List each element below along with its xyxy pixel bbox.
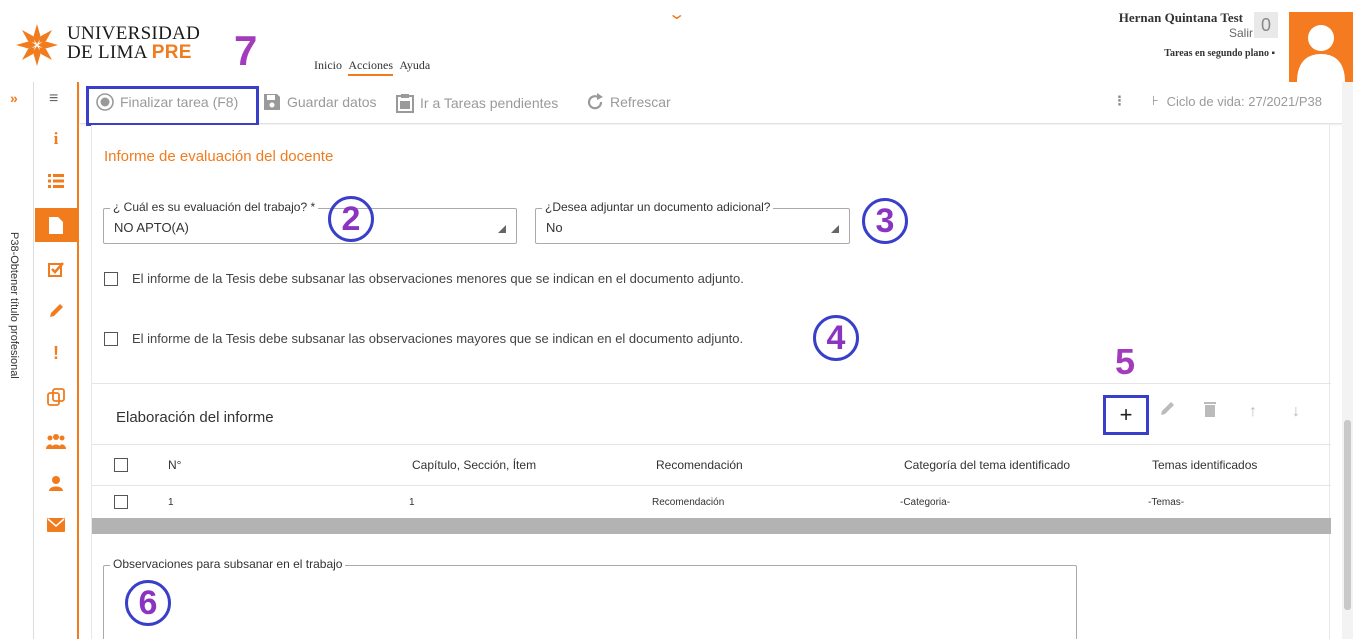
sidebar: ≡ i ! (35, 82, 79, 639)
toolbar: Finalizar tarea (F8) Guardar datos Ir a … (80, 82, 1342, 124)
table-cell: Recomendación (652, 496, 725, 508)
exclamation-icon[interactable]: ! (35, 336, 77, 370)
annotation-2: 2 (328, 196, 374, 242)
observaciones-textarea[interactable]: Observaciones para subsanar en el trabaj… (103, 557, 1077, 639)
envelope-icon[interactable] (35, 508, 77, 542)
notification-count-badge[interactable]: 0 (1254, 12, 1278, 38)
evaluation-value: NO APTO(A) (114, 220, 189, 235)
check-mayores-label: El informe de la Tesis debe subsanar las… (132, 331, 744, 346)
university-logo-icon (16, 24, 58, 66)
university-name: UNIVERSIDAD DE LIMA PRE (67, 24, 200, 62)
evaluation-label: ¿ Cuál es su evaluación del trabajo? * (110, 200, 319, 214)
dropdown-caret-icon (831, 225, 839, 233)
evaluation-select[interactable]: ¿ Cuál es su evaluación del trabajo? * N… (103, 200, 517, 244)
refrescar-label: Refrescar (610, 94, 671, 110)
table-cell: -Categoria- (900, 496, 951, 508)
section-title: Informe de evaluación del docente (104, 148, 334, 165)
attach-value: No (546, 220, 563, 235)
refrescar-button[interactable]: Refrescar (586, 93, 671, 111)
list-icon[interactable] (35, 164, 77, 198)
select-all-checkbox[interactable] (114, 445, 128, 485)
attach-document-select[interactable]: ¿Desea adjuntar un documento adicional? … (535, 200, 850, 244)
tareas-label: Ir a Tareas pendientes (420, 95, 559, 111)
nav-acciones[interactable]: Acciones (348, 58, 393, 76)
observaciones-label: Observaciones para subsanar en el trabaj… (110, 557, 346, 571)
column-header[interactable]: Capítulo, Sección, Ítem (412, 445, 536, 485)
top-nav: Inicio Acciones Ayuda (314, 58, 434, 76)
refresh-icon (587, 93, 603, 110)
clipboard-icon (396, 94, 414, 113)
table-cell: 1 (168, 496, 174, 508)
column-header[interactable]: Temas identificados (1152, 445, 1257, 485)
avatar[interactable] (1289, 12, 1353, 82)
checkbox-icon[interactable] (35, 252, 77, 286)
column-header[interactable]: Recomendación (656, 445, 743, 485)
check-menores-label: El informe de la Tesis debe subsanar las… (132, 271, 744, 286)
background-tasks-label: Tareas en segundo plano (1164, 48, 1269, 59)
guardar-datos-button[interactable]: Guardar datos (263, 93, 377, 111)
arrow-up-icon[interactable]: ↑ (1238, 403, 1268, 421)
panel-title: Elaboración del informe (116, 409, 274, 426)
tareas-pendientes-button[interactable]: Ir a Tareas pendientes (396, 93, 558, 113)
copy-icon[interactable] (35, 380, 77, 414)
annotation-4: 4 (813, 315, 859, 361)
arrow-down-icon[interactable]: ↓ (1281, 403, 1311, 421)
user-name: Hernan Quintana Test (1118, 10, 1243, 25)
checkbox[interactable] (104, 331, 118, 346)
elaboracion-panel: 5 Elaboración del informe + ↑ ↓ N° Capít… (92, 341, 1331, 534)
lifecycle-icon: ⊦ (1151, 93, 1159, 108)
panel-toolbar: ↑ ↓ (1139, 401, 1311, 422)
scrollbar-thumb[interactable] (1344, 420, 1351, 610)
logo-line-1: UNIVERSIDAD (67, 23, 201, 44)
kebab-menu-icon[interactable]: ⋮ (1113, 93, 1126, 109)
annotation-7: 7 (234, 27, 258, 74)
column-header[interactable]: Categoría del tema identificado (904, 445, 1070, 485)
trash-icon[interactable] (1195, 401, 1225, 422)
logo-line-2: DE LIMA (67, 42, 148, 63)
annotation-3: 3 (862, 198, 908, 244)
table-header: N° Capítulo, Sección, Ítem Recomendación… (92, 444, 1331, 486)
logo-pre: PRE (151, 42, 192, 63)
user-silhouette-icon (1297, 25, 1345, 82)
nav-ayuda[interactable]: Ayuda (399, 58, 430, 72)
hamburger-icon[interactable]: ≡ (49, 90, 58, 108)
user-icon[interactable] (35, 466, 77, 500)
chevron-down-icon[interactable]: ⌄ (667, 4, 686, 24)
document-icon[interactable] (35, 208, 77, 242)
lifecycle-label: Ciclo de vida: 27/2021/P38 (1166, 93, 1322, 109)
attach-label: ¿Desea adjuntar un documento adicional? (542, 200, 774, 214)
save-icon (264, 94, 280, 110)
process-rail: » P38-Obtener título profesional (0, 82, 34, 639)
annotation-box-finalizar (86, 86, 259, 126)
app-header: UNIVERSIDAD DE LIMA PRE 7 ⌄ Inicio Accion… (0, 0, 1353, 82)
table-cell: 1 (409, 496, 415, 508)
edit-icon[interactable] (1152, 401, 1182, 422)
annotation-6: 6 (125, 580, 171, 626)
logout-link[interactable]: Salir (1229, 26, 1253, 40)
nav-inicio[interactable]: Inicio (314, 58, 342, 72)
main-content: Informe de evaluación del docente ¿ Cuál… (91, 125, 1331, 639)
dropdown-caret-icon (498, 225, 506, 233)
check-observaciones-menores[interactable]: El informe de la Tesis debe subsanar las… (104, 271, 744, 286)
check-observaciones-mayores[interactable]: El informe de la Tesis debe subsanar las… (104, 331, 743, 346)
table-footer (92, 518, 1331, 534)
table-row[interactable]: 1 1 Recomendación -Categoria- -Temas- (92, 486, 1331, 518)
row-checkbox[interactable] (114, 486, 128, 518)
checkbox[interactable] (104, 271, 118, 286)
lifecycle-info: ⋮ ⊦ Ciclo de vida: 27/2021/P38 (1113, 93, 1322, 109)
double-chevron-right-icon[interactable]: » (10, 90, 18, 106)
guardar-label: Guardar datos (287, 94, 377, 110)
process-name: P38-Obtener título profesional (8, 232, 20, 379)
annotation-5: 5 (1115, 341, 1136, 382)
users-icon[interactable] (35, 424, 77, 458)
info-icon[interactable]: i (35, 122, 77, 156)
background-tasks-link[interactable]: Tareas en segundo plano ▪ (1164, 48, 1275, 59)
clipboard-icon: ▪ (1271, 48, 1275, 59)
scrollbar[interactable] (1342, 82, 1353, 639)
pencil-icon[interactable] (35, 294, 77, 328)
column-header[interactable]: N° (168, 445, 181, 485)
table-cell: -Temas- (1148, 496, 1185, 508)
